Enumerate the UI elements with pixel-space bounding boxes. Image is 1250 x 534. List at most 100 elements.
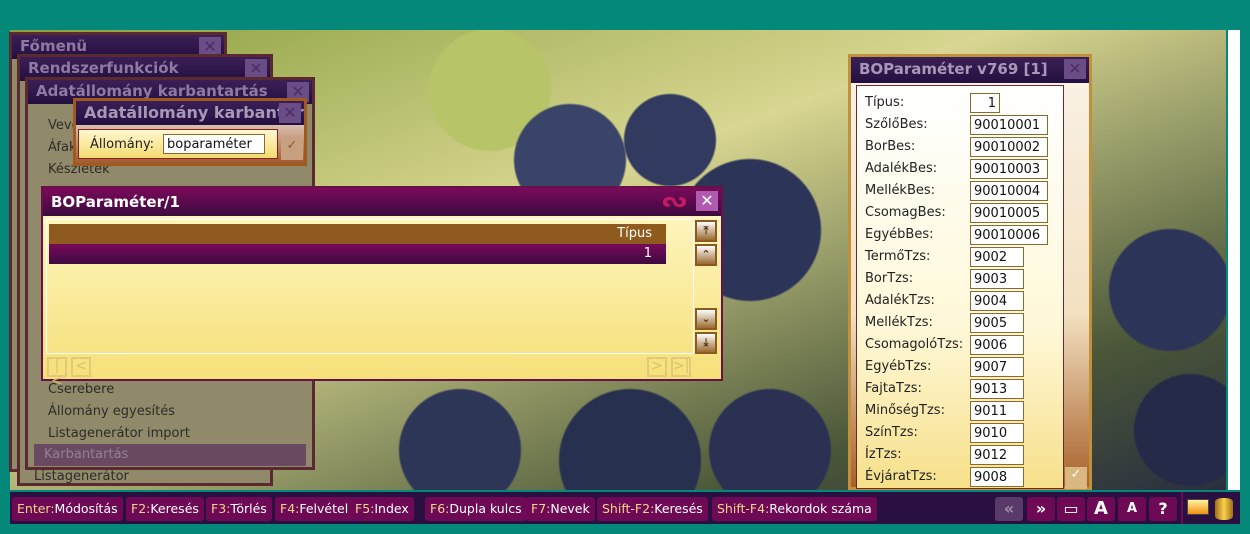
field-input[interactable]: 90010004 xyxy=(970,181,1048,201)
field-input[interactable]: 9013 xyxy=(970,379,1024,399)
field-label: CsomagolóTzs: xyxy=(865,337,964,352)
field-input[interactable]: 9007 xyxy=(970,357,1024,377)
fkey-button[interactable]: F5:Index xyxy=(350,497,414,521)
field-label: TermőTzs: xyxy=(865,249,931,264)
logo-icon: ᔓ xyxy=(662,188,687,213)
field-label: AdalékBes: xyxy=(865,161,938,176)
fkey-key: F2: xyxy=(131,501,151,516)
fkey-button[interactable]: F6:Dupla kulcs xyxy=(425,497,527,521)
field-label: SzínTzs: xyxy=(865,425,918,440)
font-large-icon[interactable]: A xyxy=(1087,497,1115,521)
field-input[interactable]: 90010005 xyxy=(970,203,1048,223)
field-input[interactable]: 9012 xyxy=(970,445,1024,465)
fkey-button[interactable]: Shift-F2:Keresés xyxy=(597,497,708,521)
field-label: MellékBes: xyxy=(865,183,936,198)
field-input[interactable]: 9011 xyxy=(970,401,1024,421)
column-header-tipus[interactable]: Típus xyxy=(49,224,666,244)
fkey-label: Felvétel xyxy=(299,501,349,516)
field-label: BorTzs: xyxy=(865,271,914,286)
close-icon[interactable]: ✕ xyxy=(245,59,267,79)
file-label: Állomány: xyxy=(90,137,155,152)
window-title: Főmenü xyxy=(20,37,88,55)
menu-item-listagenerator[interactable]: Listagenerátor xyxy=(34,469,129,484)
first-record-button[interactable]: |< xyxy=(47,357,67,389)
scrollbar[interactable] xyxy=(1228,30,1240,490)
field-label: FajtaTzs: xyxy=(865,381,922,396)
page-down-button[interactable]: ⌄ xyxy=(695,308,717,330)
fkey-button[interactable]: F4:Felvétel xyxy=(275,497,354,521)
field-input[interactable]: 9002 xyxy=(970,247,1024,267)
fkey-key: F5: xyxy=(355,501,375,516)
field-label: ÉvjáratTzs: xyxy=(865,469,937,484)
window-title: BOParaméter v769 [1] xyxy=(859,60,1048,78)
fkey-key: Shift-F2: xyxy=(602,501,655,516)
field-label: SzőlőBes: xyxy=(865,117,928,132)
fkey-label: Törlés xyxy=(230,501,267,516)
fkey-label: Módosítás xyxy=(54,501,118,516)
fkey-label: Dupla kulcs xyxy=(449,501,522,516)
field-label: EgyébBes: xyxy=(865,227,934,242)
fkey-key: Shift-F4: xyxy=(717,501,770,516)
table-row-selected[interactable]: 1 xyxy=(49,244,666,264)
fkey-button[interactable]: Enter:Módosítás xyxy=(12,497,123,521)
first-page-icon[interactable]: « xyxy=(995,497,1023,521)
close-icon[interactable]: ✕ xyxy=(696,191,718,211)
fkey-label: Keresés xyxy=(150,501,199,516)
next-record-button[interactable]: > xyxy=(647,357,667,377)
next-page-icon[interactable]: » xyxy=(1027,497,1055,521)
field-label: CsomagBes: xyxy=(865,205,946,220)
monitor-icon[interactable] xyxy=(1187,499,1209,515)
field-input[interactable]: 90010006 xyxy=(970,225,1048,245)
field-input[interactable]: 9006 xyxy=(970,335,1024,355)
menu-item[interactable]: Listagenerátor import xyxy=(48,426,190,441)
field-label: MinőségTzs: xyxy=(865,403,945,418)
field-label: AdalékTzs: xyxy=(865,293,935,308)
menu-item-selected[interactable]: Karbantartás xyxy=(34,444,306,466)
file-input[interactable]: boparaméter xyxy=(163,134,265,154)
prev-record-button[interactable]: < xyxy=(71,357,91,377)
field-input[interactable]: 1 xyxy=(970,93,1000,113)
window-title: Adatállomány karbantartás xyxy=(84,103,304,122)
fkey-button[interactable]: F2:Keresés xyxy=(126,497,204,521)
fkey-label: Keresés xyxy=(654,501,703,516)
field-label: Típus: xyxy=(865,95,905,110)
confirm-check-icon[interactable]: ✓ xyxy=(1065,467,1087,489)
field-input[interactable]: 9010 xyxy=(970,423,1024,443)
field-label: EgyébTzs: xyxy=(865,359,932,374)
close-icon[interactable]: ✕ xyxy=(1064,59,1086,79)
field-label: ÍzTzs: xyxy=(865,447,902,462)
field-input[interactable]: 9005 xyxy=(970,313,1024,333)
fkey-label: Nevek xyxy=(550,501,590,516)
field-input[interactable]: 90010002 xyxy=(970,137,1048,157)
window-title: BOParaméter/1 xyxy=(51,193,180,211)
help-icon[interactable]: ? xyxy=(1149,497,1177,521)
window-icon[interactable]: ▭ xyxy=(1057,497,1085,521)
confirm-check-icon[interactable]: ✓ xyxy=(281,138,303,160)
page-up-button[interactable]: ⌃ xyxy=(695,244,717,266)
field-label: BorBes: xyxy=(865,139,916,154)
scroll-top-button[interactable]: ⤒ xyxy=(695,220,717,242)
fkey-label: Rekordok száma xyxy=(769,501,872,516)
field-input[interactable]: 90010001 xyxy=(970,115,1048,135)
fkey-button[interactable]: Shift-F4:Rekordok száma xyxy=(712,497,877,521)
field-input[interactable]: 9003 xyxy=(970,269,1024,289)
field-input[interactable]: 9004 xyxy=(970,291,1024,311)
fkey-key: F4: xyxy=(280,501,300,516)
fkey-button[interactable]: F3:Törlés xyxy=(206,497,272,521)
database-icon[interactable] xyxy=(1215,498,1233,520)
function-key-bar: Enter:Módosítás F2:Keresés F3:Törlés F4:Fel… xyxy=(10,492,1240,524)
scroll-bottom-button[interactable]: ⤓ xyxy=(695,332,717,354)
field-label: MellékTzs: xyxy=(865,315,933,330)
fkey-key: Enter: xyxy=(17,501,55,516)
window-title: Rendszerfunkciók xyxy=(28,59,179,77)
close-icon[interactable]: ✕ xyxy=(279,103,301,123)
file-dialog: Adatállomány karbantartás✕ Állomány: bop… xyxy=(73,98,307,166)
fkey-key: F6: xyxy=(430,501,450,516)
fkey-button[interactable]: F7:Nevek xyxy=(526,497,595,521)
field-input[interactable]: 90010003 xyxy=(970,159,1048,179)
menu-item[interactable]: Állomány egyesítés xyxy=(48,404,175,419)
field-input[interactable]: 9008 xyxy=(970,467,1024,487)
last-record-button[interactable]: >| xyxy=(671,357,691,377)
record-window: BOParaméter v769 [1] ✕ Típus: 1 SzőlőBes: … xyxy=(848,54,1092,490)
font-small-icon[interactable]: A xyxy=(1118,497,1146,521)
